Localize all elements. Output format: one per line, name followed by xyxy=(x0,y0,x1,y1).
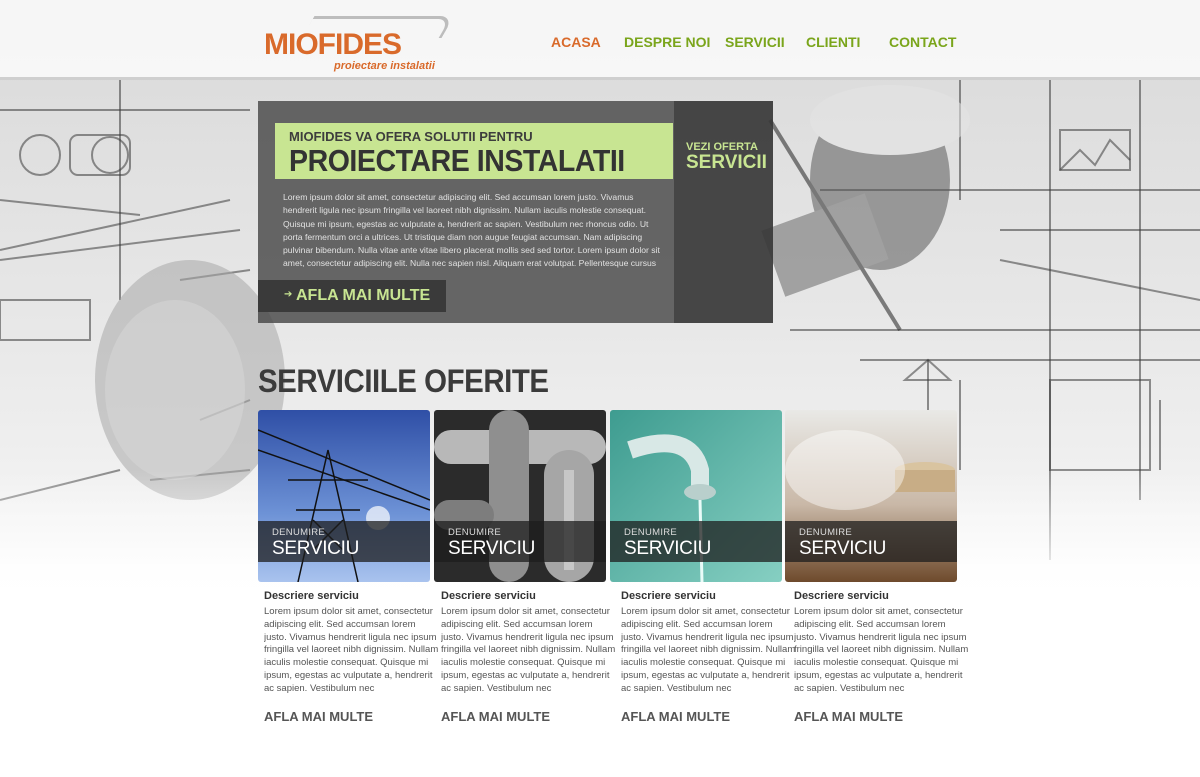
hero-title: PROIECTARE INSTALATII xyxy=(289,143,625,178)
service-description-1: Descriere serviciu Lorem ipsum dolor sit… xyxy=(264,590,440,724)
hero-panel: MIOFIDES VA OFERA SOLUTII PENTRU PROIECT… xyxy=(258,101,773,323)
card-caption: DENUMIRE SERVICIU xyxy=(785,521,957,562)
card-caption-small: DENUMIRE xyxy=(799,527,853,538)
card-caption-small: DENUMIRE xyxy=(624,527,678,538)
service-description-2: Descriere serviciu Lorem ipsum dolor sit… xyxy=(441,590,617,724)
offer-big-label: SERVICII xyxy=(686,152,767,173)
nav-item-acasa[interactable]: ACASA xyxy=(551,34,601,50)
service-heading: Descriere serviciu xyxy=(794,590,889,602)
card-caption-small: DENUMIRE xyxy=(272,527,326,538)
nav-item-contact[interactable]: CONTACT xyxy=(889,34,956,50)
offer-link[interactable]: VEZI OFERTA SERVICII xyxy=(686,141,767,172)
services-title: SERVICIILE OFERITE xyxy=(258,363,549,399)
service-description-3: Descriere serviciu Lorem ipsum dolor sit… xyxy=(621,590,797,724)
service-heading: Descriere serviciu xyxy=(264,590,359,602)
service-card-2[interactable]: DENUMIRE SERVICIU xyxy=(434,410,606,582)
service-heading: Descriere serviciu xyxy=(441,590,536,602)
hero-more-label: AFLA MAI MULTE xyxy=(296,287,431,304)
service-more-link[interactable]: AFLA MAI MULTE xyxy=(621,709,730,724)
logo-tagline: proiectare instalatii xyxy=(334,60,435,72)
hero-offer-panel[interactable] xyxy=(674,101,773,323)
service-text: Lorem ipsum dolor sit amet, consectetur … xyxy=(441,606,616,694)
site-header: MIOFIDES proiectare instalatii ACASA DES… xyxy=(0,0,1200,80)
card-caption-big: SERVICIU xyxy=(272,538,359,559)
service-text: Lorem ipsum dolor sit amet, consectetur … xyxy=(264,606,439,694)
card-caption: DENUMIRE SERVICIU xyxy=(258,521,430,562)
card-caption: DENUMIRE SERVICIU xyxy=(434,521,606,562)
main-nav: ACASA DESPRE NOI SERVICII CLIENTI CONTAC… xyxy=(0,34,1200,54)
service-more-link[interactable]: AFLA MAI MULTE xyxy=(264,709,373,724)
service-card-1[interactable]: DENUMIRE SERVICIU xyxy=(258,410,430,582)
hero-banner: MIOFIDES VA OFERA SOLUTII PENTRU PROIECT… xyxy=(275,123,673,179)
service-description-4: Descriere serviciu Lorem ipsum dolor sit… xyxy=(794,590,970,724)
nav-item-servicii[interactable]: SERVICII xyxy=(725,34,785,50)
card-caption-big: SERVICIU xyxy=(799,538,886,559)
service-text: Lorem ipsum dolor sit amet, consectetur … xyxy=(794,606,969,694)
service-card-4[interactable]: DENUMIRE SERVICIU xyxy=(785,410,957,582)
hero-subtitle: MIOFIDES VA OFERA SOLUTII PENTRU xyxy=(289,129,533,144)
hero-text: Lorem ipsum dolor sit amet, consectetur … xyxy=(283,192,660,269)
nav-item-despre-noi[interactable]: DESPRE NOI xyxy=(624,34,710,50)
service-card-3[interactable]: DENUMIRE SERVICIU xyxy=(610,410,782,582)
card-caption-big: SERVICIU xyxy=(448,538,535,559)
service-heading: Descriere serviciu xyxy=(621,590,716,602)
service-more-link[interactable]: AFLA MAI MULTE xyxy=(794,709,903,724)
card-caption: DENUMIRE SERVICIU xyxy=(610,521,782,562)
service-more-link[interactable]: AFLA MAI MULTE xyxy=(441,709,550,724)
card-caption-big: SERVICIU xyxy=(624,538,711,559)
card-caption-small: DENUMIRE xyxy=(448,527,502,538)
arrow-right-icon: ➔ xyxy=(284,289,293,300)
hero-more-button[interactable]: ➔ AFLA MAI MULTE xyxy=(258,280,446,312)
service-text: Lorem ipsum dolor sit amet, consectetur … xyxy=(621,606,796,694)
nav-item-clienti[interactable]: CLIENTI xyxy=(806,34,860,50)
